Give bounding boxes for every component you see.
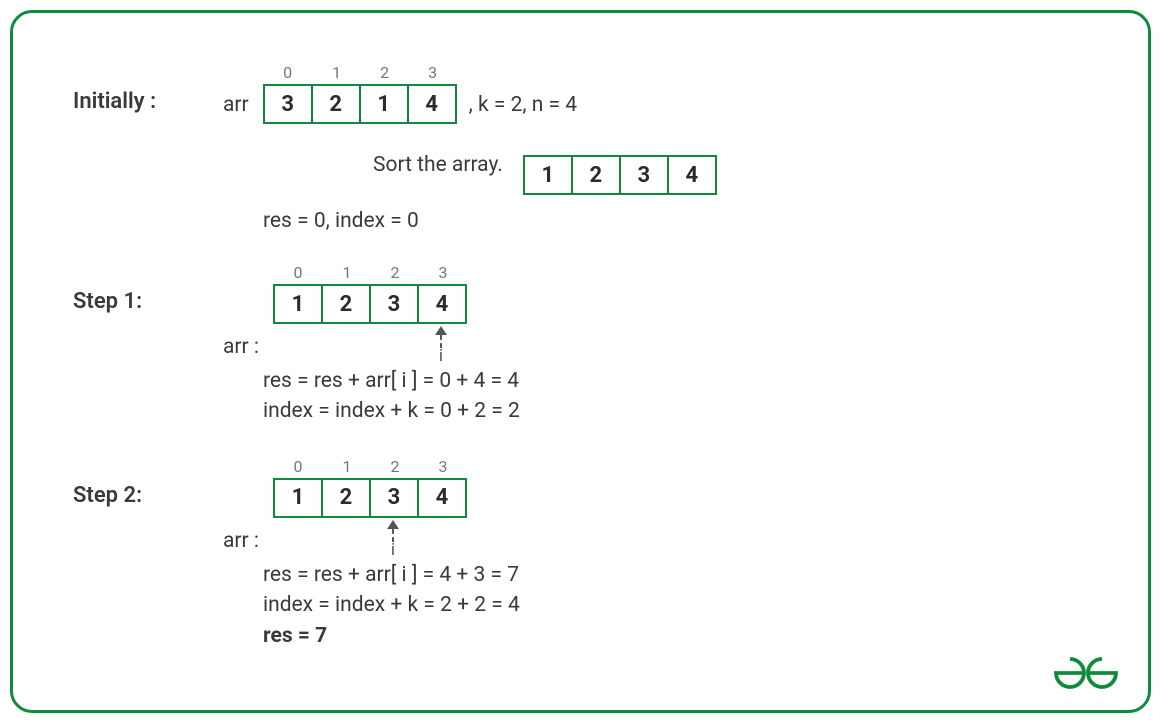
arrow-up-icon [387, 520, 399, 529]
formula-line: res = res + arr[ i ] = 0 + 4 = 4 [263, 369, 519, 393]
step1-array: 01 12 23 34 [273, 263, 467, 324]
idx: 2 [380, 63, 389, 81]
cell: 4 [667, 155, 717, 195]
step1-label: Step 1: [73, 263, 223, 314]
cell: 1 [523, 155, 573, 195]
step1-arr-label: arr : [223, 335, 259, 366]
step2-array: 01 12 23 34 [273, 457, 467, 518]
formula-line: index = index + k = 0 + 2 = 2 [263, 399, 520, 423]
step2-pointer: i [273, 520, 467, 560]
pointer-label: i [439, 346, 443, 366]
formula-result: res = 7 [263, 624, 327, 648]
step2-arr-label: arr : [223, 529, 259, 560]
initial-arr-label: arr [223, 93, 249, 124]
cell: 1 [273, 284, 323, 324]
idx: 2 [390, 263, 399, 281]
geeksforgeeks-logo-icon [1052, 654, 1120, 696]
step2-label: Step 2: [73, 457, 223, 508]
cell: 4 [407, 84, 457, 124]
sorted-array: 1 2 3 4 [523, 134, 717, 195]
idx: 3 [438, 457, 447, 475]
cell: 3 [369, 284, 419, 324]
cell: 2 [571, 155, 621, 195]
initial-kn: , k = 2, n = 4 [469, 93, 577, 124]
cell: 3 [263, 84, 313, 124]
step1-block: Step 1: arr : 01 12 23 34 [73, 263, 1108, 427]
idx: 0 [293, 457, 302, 475]
idx: 3 [438, 263, 447, 281]
formula-line: index = index + k = 2 + 2 = 4 [263, 593, 520, 617]
cell: 4 [417, 284, 467, 324]
cell: 1 [359, 84, 409, 124]
cell: 4 [417, 478, 467, 518]
cell: 2 [311, 84, 361, 124]
formula-line: res = res + arr[ i ] = 4 + 3 = 7 [263, 563, 519, 587]
cell: 2 [321, 478, 371, 518]
cell: 1 [273, 478, 323, 518]
idx: 1 [342, 457, 351, 475]
initial-vars: res = 0, index = 0 [263, 209, 1108, 233]
idx: 3 [428, 63, 437, 81]
step2-formula: res = res + arr[ i ] = 4 + 3 = 7 index =… [263, 560, 1108, 651]
diagram-frame: Initially : arr 03 12 21 34 , k = 2, n =… [10, 10, 1151, 713]
cell: 3 [369, 478, 419, 518]
cell: 3 [619, 155, 669, 195]
step2-block: Step 2: arr : 01 12 23 34 [73, 457, 1108, 651]
step1-pointer: i [273, 326, 467, 366]
pointer-label: i [391, 540, 395, 560]
idx: 0 [293, 263, 302, 281]
initial-block: Initially : arr 03 12 21 34 , k = 2, n =… [73, 63, 1108, 233]
initial-array: 03 12 21 34 [263, 63, 457, 124]
idx: 0 [283, 63, 292, 81]
idx: 1 [342, 263, 351, 281]
idx: 2 [390, 457, 399, 475]
idx: 1 [332, 63, 341, 81]
step1-formula: res = res + arr[ i ] = 0 + 4 = 4 index =… [263, 366, 1108, 427]
sort-text: Sort the array. [373, 153, 503, 177]
initial-label: Initially : [73, 63, 223, 114]
cell: 2 [321, 284, 371, 324]
arrow-up-icon [435, 326, 447, 335]
